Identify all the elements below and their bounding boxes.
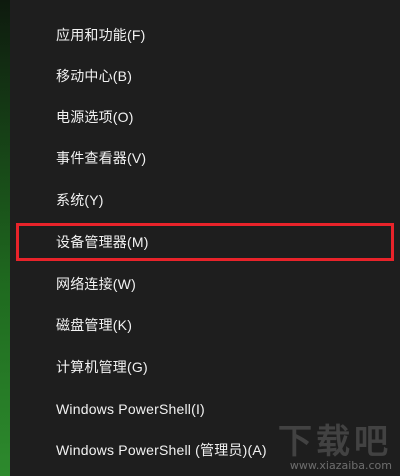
menu-item-label: 应用和功能(F): [56, 27, 146, 43]
menu-item-mobility-center[interactable]: 移动中心(B): [10, 56, 400, 96]
menu-item-network-connections[interactable]: 网络连接(W): [10, 264, 400, 304]
menu-item-power-options[interactable]: 电源选项(O): [10, 97, 400, 137]
menu-item-disk-management[interactable]: 磁盘管理(K): [10, 305, 400, 345]
menu-item-label: Windows PowerShell (管理员)(A): [56, 442, 267, 458]
menu-item-system[interactable]: 系统(Y): [10, 180, 400, 220]
menu-item-label: 电源选项(O): [56, 109, 134, 125]
menu-item-powershell-admin[interactable]: Windows PowerShell (管理员)(A): [10, 430, 400, 470]
menu-item-label: 磁盘管理(K): [56, 317, 133, 333]
menu-item-powershell[interactable]: Windows PowerShell(I): [10, 389, 400, 429]
menu-item-label: Windows PowerShell(I): [56, 401, 205, 417]
menu-item-label: 网络连接(W): [56, 276, 136, 292]
menu-item-label: 系统(Y): [56, 192, 104, 208]
menu-item-event-viewer[interactable]: 事件查看器(V): [10, 138, 400, 178]
desktop-edge-strip: [0, 0, 10, 476]
menu-item-computer-management[interactable]: 计算机管理(G): [10, 347, 400, 387]
menu-item-label: 事件查看器(V): [56, 150, 147, 166]
menu-item-label: 设备管理器(M): [56, 234, 149, 250]
menu-item-label: 计算机管理(G): [56, 359, 148, 375]
winx-context-menu: 应用和功能(F) 移动中心(B) 电源选项(O) 事件查看器(V) 系统(Y) …: [10, 0, 400, 476]
menu-item-apps-features[interactable]: 应用和功能(F): [10, 15, 400, 55]
menu-item-label: 移动中心(B): [56, 68, 133, 84]
menu-item-device-manager[interactable]: 设备管理器(M): [10, 222, 400, 262]
